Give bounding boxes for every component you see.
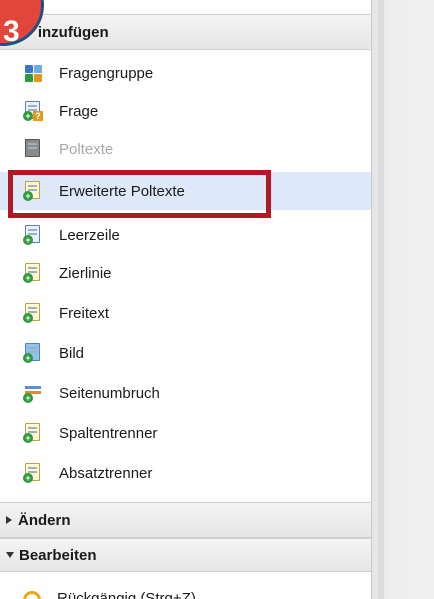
menu-item-label: Fragengruppe: [59, 64, 154, 82]
highlight-box: [8, 170, 271, 218]
menu-item-label: Spaltentrenner: [59, 424, 158, 442]
menu-item-label: Rückgängig (Strg+Z): [57, 589, 196, 599]
menu-item-seitenumbruch[interactable]: + Seitenumbruch: [0, 374, 371, 412]
chevron-down-icon: [6, 552, 14, 558]
column-separator-icon: +: [23, 423, 43, 443]
section-header-add[interactable]: Hinzufügen: [0, 14, 371, 50]
image-icon: +: [23, 343, 43, 363]
scrollbar-track[interactable]: [378, 0, 384, 599]
menu-item-label: Freitext: [59, 304, 110, 322]
menu-item-fragengruppe[interactable]: Fragengruppe: [0, 54, 371, 92]
menu-item-label: Bild: [59, 344, 85, 362]
menu-item-spaltentrenner[interactable]: + Spaltentrenner: [0, 414, 371, 452]
menu-item-label: Leerzeile: [59, 226, 120, 244]
page-break-icon: +: [23, 383, 43, 403]
section-title-change: Ändern: [18, 511, 71, 529]
menu-item-poltexte[interactable]: Poltexte: [0, 130, 371, 168]
question-group-icon: [23, 63, 43, 83]
empty-line-icon: +: [23, 225, 43, 245]
menu-item-label: Absatztrenner: [59, 464, 153, 482]
section-title-add: Hinzufügen: [37, 23, 109, 41]
menu-item-label: Frage: [59, 102, 99, 120]
menu-item-bild[interactable]: + Bild: [0, 334, 371, 372]
decorative-line-icon: +: [23, 263, 43, 283]
free-text-icon: +: [23, 303, 43, 323]
section-header-edit[interactable]: Bearbeiten: [0, 538, 371, 572]
menu-item-undo[interactable]: Rückgängig (Strg+Z): [0, 572, 371, 599]
content-area: [372, 0, 434, 599]
question-icon: + ?: [23, 101, 43, 121]
menu-item-label: Zierlinie: [59, 264, 112, 282]
menu-item-zierlinie[interactable]: + Zierlinie: [0, 254, 371, 292]
section-title-edit: Bearbeiten: [19, 546, 97, 564]
menu-item-absatztrenner[interactable]: + Absatztrenner: [0, 454, 371, 492]
menu-item-frage[interactable]: + ? Frage: [0, 92, 371, 130]
undo-icon: [23, 591, 41, 599]
chevron-right-icon: [6, 516, 12, 524]
menu-item-label: Poltexte: [59, 140, 114, 158]
menu-item-freitext[interactable]: + Freitext: [0, 294, 371, 332]
menu-item-label: Seitenumbruch: [59, 384, 160, 402]
paragraph-separator-icon: +: [23, 463, 43, 483]
poltexte-icon: [23, 139, 43, 159]
add-elements-panel: Hinzufügen Fragengruppe + ? Frage Poltex…: [0, 0, 372, 599]
menu-item-leerzeile[interactable]: + Leerzeile: [0, 216, 371, 254]
section-header-change[interactable]: Ändern: [0, 502, 371, 538]
